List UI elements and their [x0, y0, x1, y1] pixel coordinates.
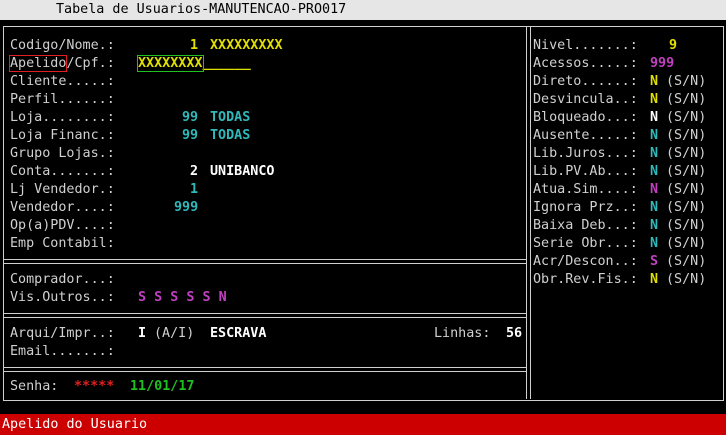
loja-financ-label: Loja Financ.: [10, 128, 115, 143]
ignora-prz-value[interactable]: N [650, 199, 658, 217]
obr-rev-fis-value[interactable]: N [650, 271, 658, 289]
serie-obr-hint: (S/N) [666, 236, 707, 251]
obr-rev-fis-hint: (S/N) [666, 272, 707, 287]
senha-label: Senha: [10, 379, 59, 394]
lib-juros-label: Lib.Juros...: [533, 146, 638, 161]
lib-pv-value[interactable]: N [650, 163, 658, 181]
senha-mask[interactable]: ***** [74, 378, 114, 396]
lib-juros-value[interactable]: N [650, 145, 658, 163]
senha-date: 11/01/17 [130, 379, 195, 394]
apelido-input[interactable]: XXXXXXXX______ [137, 55, 251, 73]
atua-sim-value[interactable]: N [650, 181, 658, 199]
acessos-value[interactable]: 999 [650, 55, 674, 73]
ignora-prz-label: Ignora Prz..: [533, 200, 638, 215]
arqui-hint: (A/I) [154, 326, 195, 341]
emp-contabil-label: Emp Contabil: [10, 236, 115, 251]
email-label: Email.......: [10, 344, 115, 359]
lj-vendedor-label: Lj Vendedor.: [10, 182, 115, 197]
desvincula-value[interactable]: N [650, 91, 658, 109]
section-divider-1 [4, 259, 526, 264]
nivel-label: Nivel.......: [533, 38, 638, 53]
conta-name: UNIBANCO [210, 164, 275, 179]
ignora-prz-hint: (S/N) [666, 200, 707, 215]
serie-obr-value[interactable]: N [650, 235, 658, 253]
linhas-label: Linhas: [434, 326, 491, 341]
vis-outros-value[interactable]: S S S S S N [138, 289, 227, 307]
direto-value[interactable]: N [650, 73, 658, 91]
lj-vendedor-code[interactable]: 1 [190, 181, 198, 199]
lib-pv-hint: (S/N) [666, 164, 707, 179]
atua-sim-hint: (S/N) [666, 182, 707, 197]
nivel-value[interactable]: 9 [669, 37, 677, 55]
status-bar: Apelido do Usuario [0, 414, 726, 435]
arqui-label: Arqui/Impr..: [10, 326, 115, 341]
cpf-label: /Cpf.: [66, 56, 115, 71]
lib-pv-label: Lib.PV.Ab...: [533, 164, 638, 179]
loja-code[interactable]: 99 [182, 109, 198, 127]
arqui-value[interactable]: I [138, 325, 146, 343]
section-divider-2 [4, 313, 526, 318]
nome-value[interactable]: XXXXXXXXX [210, 37, 283, 55]
arqui-name: ESCRAVA [210, 326, 267, 341]
loja-financ-code[interactable]: 99 [182, 127, 198, 145]
op-pdv-label: Op(a)PDV....: [10, 218, 115, 233]
vendedor-label: Vendedor....: [10, 200, 115, 215]
perfil-label: Perfil......: [10, 92, 115, 107]
lib-juros-hint: (S/N) [666, 146, 707, 161]
ausente-hint: (S/N) [666, 128, 707, 143]
baixa-deb-label: Baixa Deb...: [533, 218, 638, 233]
obr-rev-fis-label: Obr.Rev.Fis.: [533, 272, 638, 287]
loja-name: TODAS [210, 110, 251, 125]
status-message: Apelido do Usuario [2, 417, 148, 432]
bloqueado-label: Bloqueado...: [533, 110, 638, 125]
cliente-label: Cliente.....: [10, 74, 115, 89]
acr-descon-label: Acr/Descon..: [533, 254, 638, 269]
bloqueado-value[interactable]: N [650, 109, 658, 127]
loja-financ-name: TODAS [210, 128, 251, 143]
codigo-label: Codigo/Nome.: [10, 38, 115, 53]
loja-label: Loja........: [10, 110, 115, 125]
section-divider-3 [4, 367, 526, 372]
grupo-lojas-label: Grupo Lojas.: [10, 146, 115, 161]
acessos-label: Acessos.....: [533, 56, 638, 71]
atua-sim-label: Atua.Sim....: [533, 182, 638, 197]
apelido-label: Apelido [8, 55, 68, 72]
apelido-blank: ______ [202, 56, 251, 71]
baixa-deb-hint: (S/N) [666, 218, 707, 233]
baixa-deb-value[interactable]: N [650, 217, 658, 235]
conta-label: Conta.......: [10, 164, 115, 179]
codigo-row: Codigo/Nome.: [10, 37, 115, 55]
linhas-value[interactable]: 56 [506, 325, 522, 343]
apelido-row: Apelido/Cpf.: [8, 55, 115, 73]
desvincula-label: Desvincula..: [533, 92, 638, 107]
direto-label: Direto......: [533, 74, 638, 89]
apelido-value: XXXXXXXX [137, 55, 204, 72]
window-title: Tabela de Usuarios-MANUTENCAO-PRO017 [56, 2, 347, 17]
codigo-value[interactable]: 1 [190, 37, 198, 55]
desvincula-hint: (S/N) [666, 92, 707, 107]
acr-descon-value[interactable]: S [650, 253, 658, 271]
serie-obr-label: Serie Obr...: [533, 236, 638, 251]
acr-descon-hint: (S/N) [666, 254, 707, 269]
ausente-label: Ausente.....: [533, 128, 638, 143]
ausente-value[interactable]: N [650, 127, 658, 145]
comprador-label: Comprador...: [10, 272, 115, 287]
bloqueado-hint: (S/N) [666, 110, 707, 125]
conta-code[interactable]: 2 [190, 163, 198, 181]
direto-hint: (S/N) [666, 74, 707, 89]
title-bar: Tabela de Usuarios-MANUTENCAO-PRO017 [0, 0, 726, 20]
vendedor-code[interactable]: 999 [174, 199, 198, 217]
vis-outros-label: Vis.Outros..: [10, 290, 115, 305]
column-divider [526, 27, 531, 399]
